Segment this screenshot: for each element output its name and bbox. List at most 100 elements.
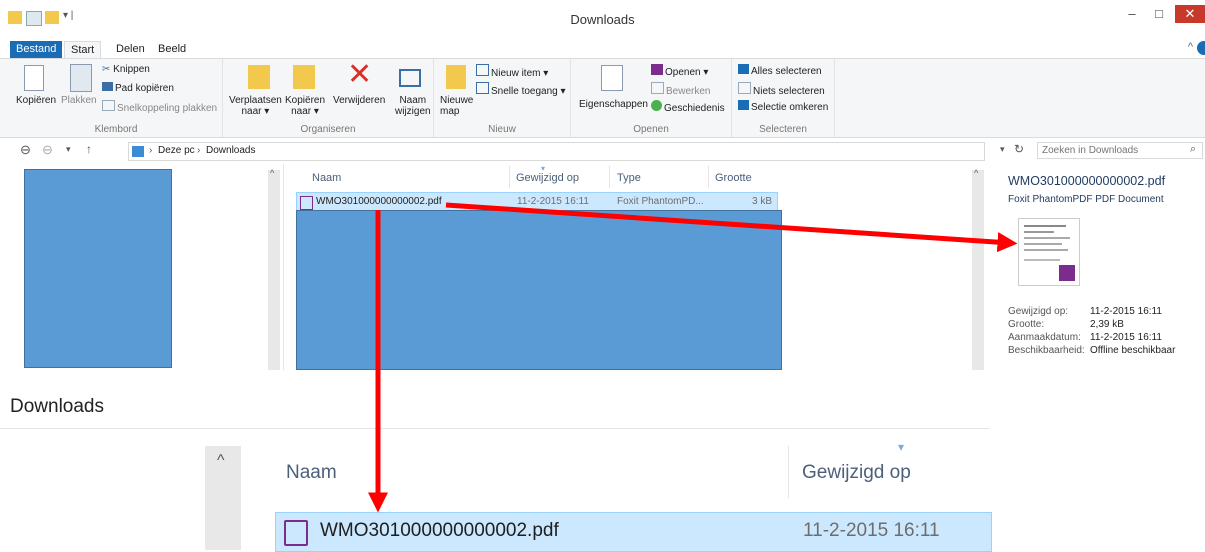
tab-delen[interactable]: Delen — [110, 41, 151, 58]
copy-to-icon — [293, 65, 315, 89]
paste-shortcut-icon — [102, 100, 115, 111]
group-label-klembord: Klembord — [94, 124, 138, 135]
group-label-nieuw: Nieuw — [488, 124, 516, 135]
scroll-up-icon[interactable]: ^ — [270, 168, 274, 178]
copy-path-button[interactable]: Pad kopiëren — [102, 82, 174, 94]
column-naam[interactable]: Naam — [312, 172, 341, 184]
list-scrollbar[interactable] — [972, 170, 984, 370]
new-item-button[interactable]: Nieuw item ▾ — [476, 64, 548, 79]
copy-button[interactable]: Kopiëren — [16, 95, 56, 106]
rename-button[interactable]: Naam wijzigen — [395, 95, 431, 117]
move-to-label-1: Verplaatsen — [229, 95, 282, 106]
select-all-button[interactable]: Alles selecteren — [738, 64, 822, 77]
document-thumbnail — [1018, 218, 1080, 286]
nav-scrollbar[interactable] — [268, 170, 280, 370]
address-row: ⊖ ⊖ ▾ ↑ › Deze pc › Downloads ▾ ↻ ⌕ — [0, 139, 1205, 163]
help-icon[interactable] — [1197, 41, 1205, 55]
paste-shortcut-label: Snelkoppeling plakken — [117, 103, 218, 114]
column-type[interactable]: Type — [617, 172, 641, 184]
up-icon[interactable]: ↑ — [86, 142, 92, 156]
copy-path-label: Pad kopiëren — [115, 83, 174, 94]
zoomed-scrollbar[interactable]: ^ — [205, 446, 241, 550]
title-bar: ▾ | Downloads – □ ✕ — [0, 0, 1205, 34]
file-row[interactable]: WMO301000000000002.pdf 11-2-2015 16:11 F… — [296, 192, 778, 212]
file-size: 3 kB — [752, 196, 773, 207]
zoomed-file-row[interactable]: WMO301000000000002.pdf 11-2-2015 16:11 — [275, 512, 992, 552]
column-grootte[interactable]: Grootte — [715, 172, 752, 184]
file-list: Naam ▾ Gewijzigd op Type Grootte WMO3010… — [284, 164, 988, 370]
edit-label: Bewerken — [666, 86, 711, 97]
column-separator[interactable] — [788, 446, 789, 498]
breadcrumb-downloads[interactable]: Downloads — [206, 145, 255, 156]
select-none-button[interactable]: Niets selecteren — [738, 82, 825, 97]
detail-label-size: Grootte: — [1008, 319, 1045, 330]
maximize-button[interactable]: □ — [1146, 5, 1172, 23]
cut-button[interactable]: ✂ Knippen — [102, 64, 150, 75]
breadcrumb-deze-pc[interactable]: Deze pc — [158, 145, 195, 156]
column-separator[interactable] — [609, 166, 610, 188]
easy-access-button[interactable]: Snelle toegang ▾ — [476, 82, 566, 97]
scroll-up-icon[interactable]: ^ — [974, 168, 978, 178]
paste-shortcut-button[interactable]: Snelkoppeling plakken — [102, 100, 217, 114]
forward-icon[interactable]: ⊖ — [42, 142, 53, 158]
detail-label-created: Aanmaakdatum: — [1008, 332, 1081, 343]
paste-button[interactable]: Plakken — [61, 95, 97, 106]
delete-button[interactable]: Verwijderen — [333, 95, 385, 106]
rename-icon — [399, 69, 421, 87]
group-openen: Eigenschappen Openen ▾ Bewerken Geschied… — [571, 59, 732, 137]
detail-value-size: 2,39 kB — [1090, 319, 1124, 330]
zoomed-column-naam[interactable]: Naam — [286, 462, 337, 484]
invert-selection-button[interactable]: Selectie omkeren — [738, 100, 828, 113]
address-dropdown-icon[interactable]: ▾ — [1000, 144, 1005, 155]
details-filetype: Foxit PhantomPDF PDF Document — [1008, 194, 1164, 205]
history-label: Geschiedenis — [664, 103, 725, 114]
move-to-button[interactable]: Verplaatsen naar ▾ — [229, 95, 282, 117]
tab-start[interactable]: Start — [64, 41, 102, 59]
new-folder-icon — [446, 65, 466, 89]
scroll-up-icon[interactable]: ^ — [217, 452, 225, 470]
recent-locations-icon[interactable]: ▾ — [66, 144, 71, 155]
address-bar[interactable]: › Deze pc › Downloads — [128, 142, 985, 161]
ribbon-collapse-icon[interactable]: ^ — [1188, 41, 1193, 53]
select-all-label: Alles selecteren — [751, 66, 822, 77]
zoomed-column-gewijzigd-op[interactable]: Gewijzigd op — [802, 462, 911, 484]
detail-value-modified: 11-2-2015 16:11 — [1090, 306, 1162, 317]
column-gewijzigd-op[interactable]: Gewijzigd op — [516, 172, 579, 184]
column-separator[interactable] — [509, 166, 510, 188]
easy-access-label: Snelle toegang ▾ — [491, 86, 566, 97]
open-button[interactable]: Openen ▾ — [651, 64, 708, 78]
select-none-label: Niets selecteren — [753, 86, 825, 97]
redaction-box — [24, 169, 172, 368]
group-klembord: Kopiëren Plakken ✂ Knippen Pad kopiëren … — [10, 59, 223, 137]
paste-icon — [70, 64, 92, 92]
history-icon — [651, 100, 662, 111]
group-label-organiseren: Organiseren — [300, 124, 356, 135]
new-folder-button[interactable]: Nieuwe map — [440, 95, 473, 117]
search-icon: ⌕ — [1190, 143, 1197, 155]
back-icon[interactable]: ⊖ — [20, 142, 31, 158]
downloads-folder-icon — [132, 146, 144, 157]
file-name: WMO301000000000002.pdf — [316, 196, 442, 207]
redaction-box — [296, 210, 782, 370]
group-organiseren: Verplaatsen naar ▾ Kopiëren naar ▾ ✕ Verwi… — [223, 59, 434, 137]
copy-to-button[interactable]: Kopiëren naar ▾ — [285, 95, 325, 117]
group-label-openen: Openen — [633, 124, 669, 135]
refresh-icon[interactable]: ↻ — [1014, 142, 1024, 156]
detail-label-modified: Gewijzigd op: — [1008, 306, 1069, 317]
history-button[interactable]: Geschiedenis — [651, 100, 725, 114]
properties-button[interactable]: Eigenschappen — [579, 99, 648, 110]
minimize-button[interactable]: – — [1119, 5, 1145, 23]
move-to-label-2: naar ▾ — [241, 106, 270, 117]
close-button[interactable]: ✕ — [1175, 5, 1205, 23]
pdf-file-icon — [284, 520, 308, 546]
column-separator[interactable] — [708, 166, 709, 188]
scissors-icon: ✂ — [102, 64, 114, 75]
ribbon: Kopiëren Plakken ✂ Knippen Pad kopiëren … — [0, 58, 1205, 138]
edit-button[interactable]: Bewerken — [651, 82, 710, 97]
select-all-icon — [738, 64, 749, 74]
tab-beeld[interactable]: Beeld — [152, 41, 192, 58]
move-to-icon — [248, 65, 270, 89]
tab-bestand[interactable]: Bestand — [10, 41, 63, 58]
search-input[interactable] — [1037, 142, 1203, 159]
easy-access-icon — [476, 82, 489, 94]
